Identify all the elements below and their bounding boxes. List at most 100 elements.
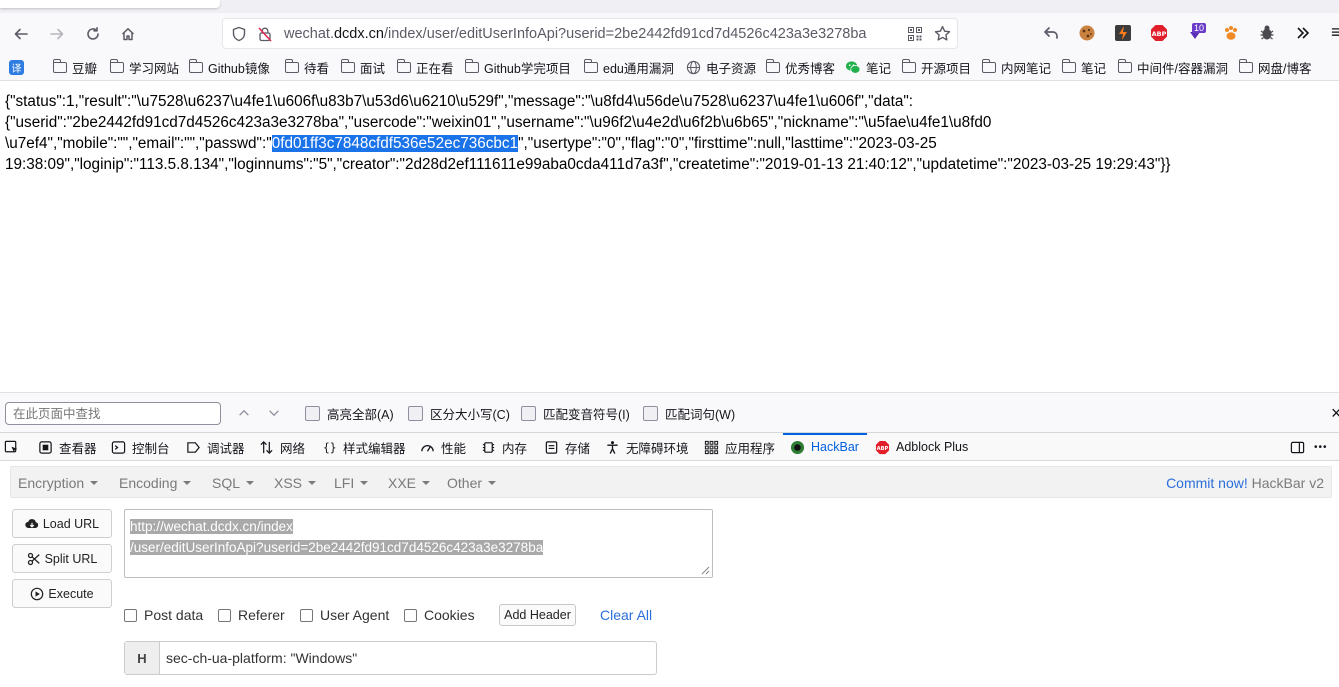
tab-storage[interactable]: 存储 [544,438,590,456]
bookmark-star-icon[interactable] [934,25,951,42]
dock-side-icon [1290,441,1305,453]
url-textarea[interactable]: http://wechat.dcdx.cn/index /user/editUs… [124,509,713,578]
user-agent-checkbox[interactable]: User Agent [300,607,389,623]
bookmark-item[interactable]: 电子资源 [686,58,756,76]
bookmark-item[interactable]: Github学完项目 [465,58,571,76]
whole-words-checkbox[interactable]: 匹配词句(W) [643,404,735,423]
caret-down-icon [360,481,369,486]
find-close-button[interactable]: × [1331,403,1339,424]
bookmark-item[interactable]: 笔记 [1062,58,1106,76]
find-input[interactable] [5,402,221,425]
element-picker-button[interactable] [4,438,25,456]
menu-encoding[interactable]: Encoding [119,475,192,491]
cookies-checkbox[interactable]: Cookies [404,607,475,623]
json-line-1: {"status":1,"result":"\u7528\u6237\u4fe1… [5,93,914,110]
tab-inspector[interactable]: 查看器 [38,438,97,456]
cookie-extension-icon[interactable] [1078,24,1096,42]
bookmark-item[interactable]: 网盘/博客 [1239,58,1311,76]
folder-icon [189,58,203,73]
match-diacritics-checkbox[interactable]: 匹配变音符号(I) [521,404,630,423]
menu-lfi[interactable]: LFI [334,475,369,491]
menu-button[interactable]: ≡ [1331,22,1339,42]
bookmark-label: 待看 [304,61,330,76]
find-next-button[interactable] [265,404,283,422]
selected-passwd-hash[interactable]: 0fd01ff3c7848cfdf536e52ec736cbc1 [271,135,519,152]
url-bar[interactable]: wechat.dcdx.cn/index/user/editUserInfoAp… [222,18,958,49]
bookmark-item[interactable]: 译 [9,58,29,76]
bookmark-item[interactable]: 内网笔记 [982,58,1051,76]
bookmark-item[interactable]: 正在看 [397,58,454,76]
checkbox-box[interactable] [408,406,423,421]
bookmark-item[interactable]: 优秀博客 [766,58,835,76]
menu-other[interactable]: Other [447,475,497,491]
download-extension[interactable]: 10 [1186,23,1207,42]
checkbox-box[interactable] [124,608,137,622]
add-header-button[interactable]: Add Header [499,604,576,626]
devtools-more-button[interactable]: ••• [1314,438,1328,456]
folder-icon [110,58,124,73]
bookmark-item[interactable]: 待看 [285,58,329,76]
resize-grip-icon[interactable] [699,564,710,575]
execute-button[interactable]: Execute [12,579,112,608]
tab-console[interactable]: 控制台 [111,438,170,456]
checkbox-box[interactable] [300,608,313,622]
bookmark-item[interactable]: 开源项目 [902,58,971,76]
bookmark-item[interactable]: 中间件/容器漏洞 [1118,58,1228,76]
tab-memory[interactable]: 内存 [481,438,527,456]
menu-encryption[interactable]: Encryption [18,475,99,491]
tab-debugger[interactable]: 调试器 [186,438,245,456]
post-data-checkbox[interactable]: Post data [124,607,203,623]
tab-style-editor[interactable]: {} 样式编辑器 [322,438,406,456]
fox-paw-extension-icon[interactable] [1222,24,1240,42]
back-button[interactable] [8,21,34,47]
tab-hackbar[interactable]: HackBar [790,438,859,456]
bookmark-label: 中间件/容器漏洞 [1137,61,1228,76]
bookmark-item[interactable]: Github镜像 [189,58,270,76]
match-case-checkbox[interactable]: 区分大小写(C) [408,404,510,423]
referer-checkbox[interactable]: Referer [218,607,285,623]
tab-network[interactable]: 网络 [259,438,305,456]
bookmark-item[interactable]: edu通用漏洞 [584,58,674,76]
checkbox-box[interactable] [218,608,231,622]
menu-label: Other [447,475,483,491]
commit-now-link[interactable]: Commit now! [1166,475,1248,491]
reload-button[interactable] [80,21,106,47]
clear-all-link[interactable]: Clear All [600,607,652,623]
adblock-plus-icon[interactable]: ABP [1150,24,1168,42]
load-url-button[interactable]: Load URL [12,509,112,538]
bookmark-item[interactable]: 学习网站 [110,58,179,76]
bookmark-item[interactable]: 面试 [341,58,385,76]
tab-adblock-plus[interactable]: ABP Adblock Plus [875,438,968,456]
menu-xss[interactable]: XSS [274,475,317,491]
menu-sql[interactable]: SQL [212,475,255,491]
overflow-chevron-icon[interactable] [1294,24,1312,42]
bug-extension-icon[interactable] [1258,24,1276,42]
tab-application[interactable]: 应用程序 [704,438,775,456]
bookmark-item[interactable]: 豆瓣 [53,58,97,76]
split-url-button[interactable]: Split URL [12,544,112,573]
checkbox-box[interactable] [643,406,658,421]
highlight-all-checkbox[interactable]: 高亮全部(A) [305,404,394,423]
home-button[interactable] [115,21,141,47]
folder-icon [341,58,355,73]
folder-icon [285,58,299,73]
checkbox-box[interactable] [521,406,536,421]
burp-extension-icon[interactable] [1114,24,1132,42]
undo-extension-icon[interactable] [1042,24,1060,42]
header-value-input[interactable]: sec-ch-ua-platform: "Windows" [166,650,357,666]
active-tab[interactable] [0,0,220,8]
checkbox-box[interactable] [305,406,320,421]
forward-button[interactable] [44,21,70,47]
bookmark-item[interactable]: 笔记 [845,58,891,76]
tab-performance[interactable]: 性能 [420,438,466,456]
menu-xxe[interactable]: XXE [388,475,431,491]
qr-code-icon[interactable] [907,26,923,42]
shield-icon[interactable] [231,26,247,42]
dock-toggle-button[interactable] [1290,438,1311,456]
tab-label: 样式编辑器 [343,441,406,456]
url-text[interactable]: wechat.dcdx.cn/index/user/editUserInfoAp… [284,26,866,42]
tab-accessibility[interactable]: 无障碍环境 [605,438,689,456]
checkbox-box[interactable] [404,608,417,622]
insecure-lock-icon[interactable] [257,26,273,42]
find-previous-button[interactable] [235,404,253,422]
